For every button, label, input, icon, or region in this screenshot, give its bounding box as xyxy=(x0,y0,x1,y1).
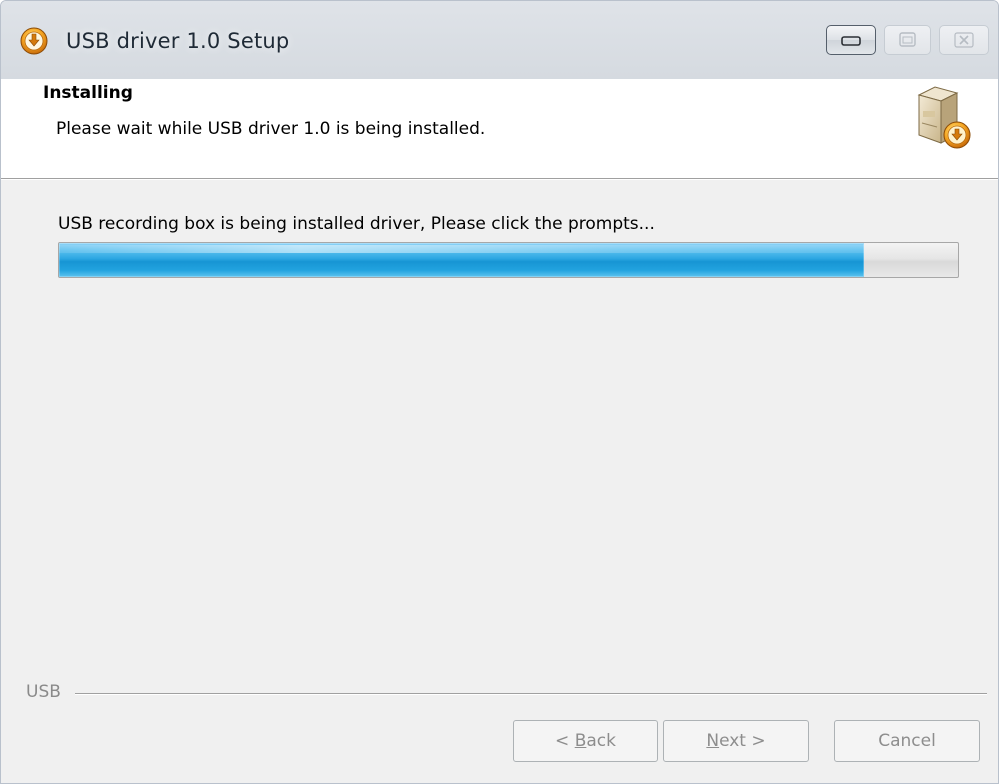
back-prefix: < xyxy=(555,731,575,751)
page-title: Installing xyxy=(43,83,133,103)
back-label-rest: ack xyxy=(586,731,616,751)
close-button[interactable] xyxy=(939,25,989,55)
cancel-label: Cancel xyxy=(878,731,936,751)
install-status-text: USB recording box is being installed dri… xyxy=(58,214,655,234)
progress-bar-fill xyxy=(59,243,864,277)
minimize-icon xyxy=(841,36,861,46)
cancel-button[interactable]: Cancel xyxy=(834,720,980,762)
page-subtitle: Please wait while USB driver 1.0 is bein… xyxy=(56,119,486,139)
back-accelerator: B xyxy=(574,731,587,751)
installer-download-icon xyxy=(20,27,48,55)
header-divider xyxy=(1,179,998,180)
software-box-install-icon xyxy=(917,86,971,149)
next-button[interactable]: Next > xyxy=(663,720,809,762)
footer-divider xyxy=(75,693,987,694)
back-button[interactable]: < Back xyxy=(513,720,658,762)
window-title: USB driver 1.0 Setup xyxy=(66,29,290,53)
next-label-rest: ext > xyxy=(719,731,766,751)
brand-label: USB xyxy=(26,682,61,702)
close-icon xyxy=(954,32,974,48)
minimize-button[interactable] xyxy=(826,25,876,55)
next-accelerator: N xyxy=(706,731,720,751)
title-bar[interactable]: USB driver 1.0 Setup xyxy=(1,1,998,79)
install-progress-bar xyxy=(58,242,959,278)
maximize-icon xyxy=(899,32,916,47)
setup-window: USB driver 1.0 Setup Installing Please w… xyxy=(0,0,999,784)
maximize-button[interactable] xyxy=(884,25,931,55)
